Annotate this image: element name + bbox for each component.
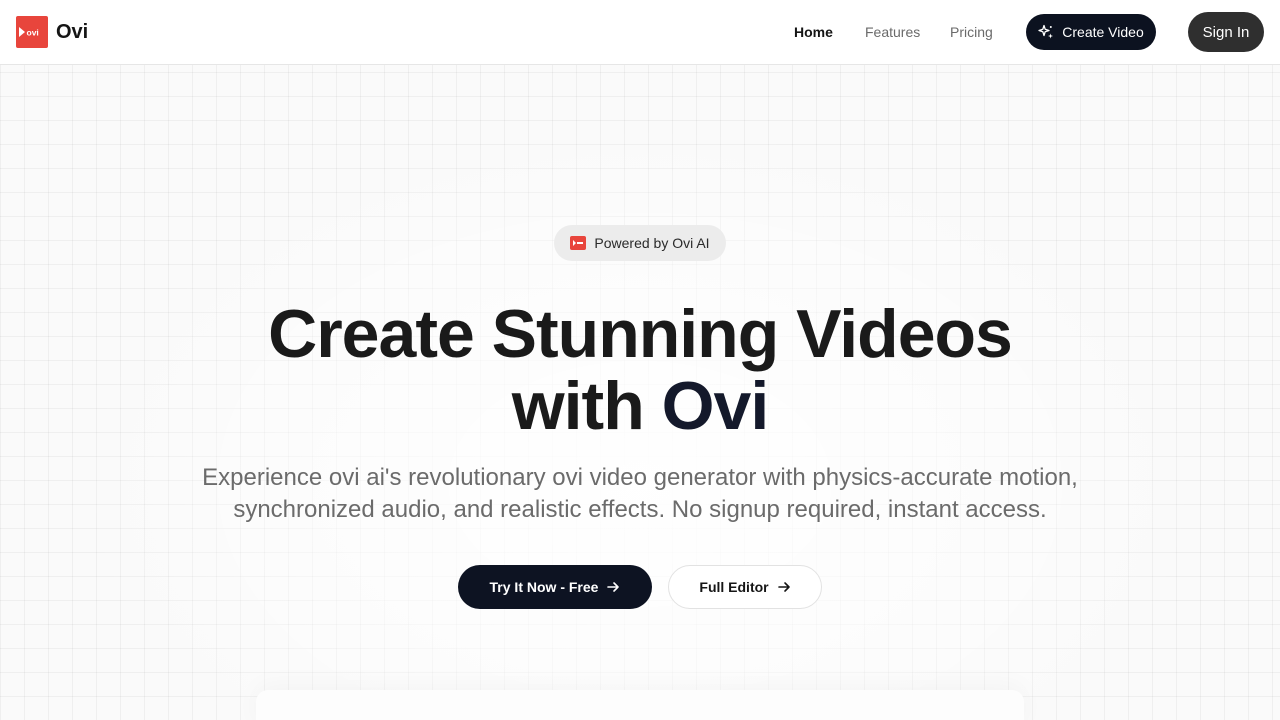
- brand-logo: ovi: [16, 16, 48, 48]
- hero-subtitle: Experience ovi ai's revolutionary ovi vi…: [202, 464, 1078, 523]
- badge-text: Powered by Ovi AI: [594, 235, 710, 251]
- play-logo-icon: ovi: [19, 27, 39, 38]
- hero-title-accent: Ovi: [661, 368, 770, 444]
- nav-item-features[interactable]: Features: [865, 0, 920, 64]
- arrow-right-icon: [607, 582, 620, 592]
- powered-by-badge: Powered by Ovi AI: [554, 225, 726, 261]
- hero-title: Create Stunning Videos with Ovi: [0, 298, 1280, 442]
- nav-home-link[interactable]: Home: [794, 24, 833, 40]
- full-editor-label: Full Editor: [699, 579, 769, 595]
- brand-logo-text: ovi: [27, 28, 39, 38]
- nav-features-link[interactable]: Features: [865, 24, 920, 40]
- try-it-now-button[interactable]: Try It Now - Free: [458, 565, 652, 609]
- create-video-button[interactable]: Create Video: [1026, 14, 1156, 50]
- create-video-label: Create Video: [1062, 24, 1144, 40]
- try-it-now-label: Try It Now - Free: [489, 579, 599, 595]
- nav-item-pricing[interactable]: Pricing: [950, 0, 993, 64]
- brand-link[interactable]: ovi Ovi: [16, 16, 88, 48]
- arrow-right-icon: [777, 582, 790, 592]
- badge-logo-icon: [570, 236, 587, 250]
- nav-pricing-link[interactable]: Pricing: [950, 24, 993, 40]
- nav-item-home[interactable]: Home: [794, 0, 833, 64]
- sign-in-label: Sign In: [1202, 23, 1250, 41]
- brand-name: Ovi: [56, 20, 89, 43]
- hero-title-line2-prefix: with: [511, 368, 662, 444]
- hero-title-line1: Create Stunning Videos: [268, 296, 1013, 372]
- site-header: ovi Ovi Home Features Pricing Create Vid…: [0, 0, 1280, 65]
- sign-in-button[interactable]: Sign In: [1188, 12, 1264, 52]
- sparkles-icon: [1038, 24, 1054, 39]
- full-editor-button[interactable]: Full Editor: [668, 565, 822, 609]
- video-preview-card: [256, 690, 1024, 720]
